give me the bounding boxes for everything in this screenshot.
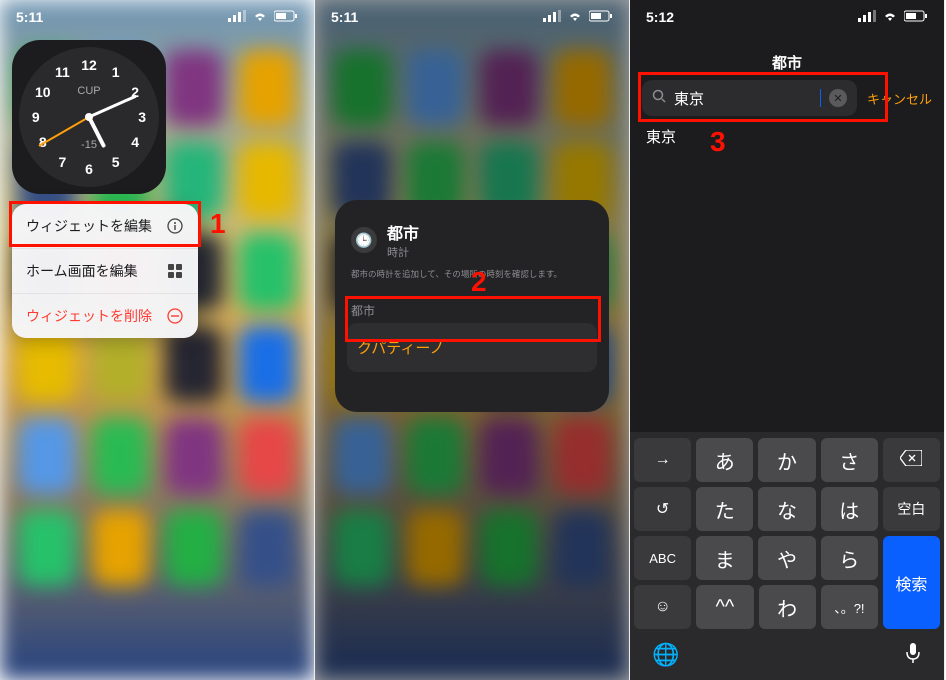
- battery-icon: [274, 9, 298, 25]
- status-bar: 5:11: [0, 0, 314, 34]
- status-time: 5:12: [646, 9, 674, 25]
- key-ya[interactable]: や: [758, 536, 815, 580]
- signal-icon: [228, 9, 246, 25]
- backspace-icon: [900, 450, 922, 471]
- key-ka[interactable]: か: [758, 438, 815, 482]
- key-sa[interactable]: さ: [821, 438, 878, 482]
- clock-num-5: 5: [112, 154, 120, 170]
- key-wa[interactable]: わ: [759, 585, 816, 629]
- key-ta[interactable]: た: [696, 487, 753, 531]
- widget-editor-card: 🕒 都市 時計 都市の時計を追加して、その場所の時刻を確認します。 都市 クパテ…: [335, 200, 609, 412]
- search-icon: [652, 89, 666, 107]
- menu-label: ウィジェットを削除: [26, 306, 152, 326]
- annotation-number-3: 3: [710, 126, 726, 158]
- clear-icon[interactable]: ✕: [829, 89, 847, 107]
- key-ha[interactable]: は: [821, 487, 878, 531]
- clock-num-7: 7: [58, 154, 66, 170]
- clock-num-4: 4: [131, 134, 139, 150]
- info-icon: [166, 217, 184, 235]
- clock-city-label: CUP: [77, 85, 100, 97]
- key-a[interactable]: あ: [696, 438, 753, 482]
- clock-icon: 🕒: [351, 227, 377, 253]
- clock-num-9: 9: [32, 109, 40, 125]
- screenshot-panel-3: 5:12 都市 東京 ✕ キャンセル 東京 3 → あ か さ ↺: [630, 0, 945, 680]
- menu-label: ウィジェットを編集: [26, 216, 152, 236]
- key-backspace[interactable]: [883, 438, 940, 482]
- key-undo[interactable]: ↺: [634, 487, 691, 531]
- menu-edit-widget[interactable]: ウィジェットを編集: [12, 204, 198, 249]
- annotation-number-1: 1: [210, 208, 226, 240]
- key-abc[interactable]: ABC: [634, 536, 691, 580]
- globe-icon[interactable]: 🌐: [652, 642, 679, 670]
- key-ma[interactable]: ま: [696, 536, 753, 580]
- menu-label: ホーム画面を編集: [26, 261, 138, 281]
- clock-face: CUP -15 12 1 2 3 4 5 6 7 8 9 10 11: [19, 47, 159, 187]
- signal-icon: [858, 9, 876, 25]
- key-emoji[interactable]: ☺: [634, 585, 691, 629]
- clock-num-3: 3: [138, 109, 146, 125]
- key-caret[interactable]: ^^: [696, 585, 753, 629]
- minus-circle-icon: [166, 307, 184, 325]
- key-space[interactable]: 空白: [883, 487, 940, 531]
- screenshot-panel-2: 5:11 🕒 都市 時計 都市の時計を追加して、その場所の時刻を確認します。 都…: [315, 0, 630, 680]
- modal-title: 都市: [630, 52, 944, 73]
- apps-icon: [166, 262, 184, 280]
- battery-icon: [904, 9, 928, 25]
- clock-hub: [85, 113, 93, 121]
- text-cursor: [820, 89, 821, 107]
- clock-offset-label: -15: [81, 139, 97, 151]
- key-na[interactable]: な: [758, 487, 815, 531]
- search-value: 東京: [674, 88, 812, 109]
- clock-num-12: 12: [81, 57, 97, 73]
- screenshot-panel-1: 5:11 CUP -15 12 1 2 3 4 5 6 7 8 9: [0, 0, 315, 680]
- clock-num-10: 10: [35, 84, 51, 100]
- clock-num-11: 11: [55, 64, 70, 80]
- search-result-item[interactable]: 東京: [646, 126, 676, 147]
- status-time: 5:11: [331, 9, 358, 25]
- status-bar: 5:11: [315, 0, 629, 34]
- status-bar: 5:12: [630, 0, 944, 34]
- clock-num-6: 6: [85, 161, 93, 177]
- wifi-icon: [567, 9, 583, 25]
- key-search[interactable]: 検索: [883, 536, 940, 629]
- editor-subtitle: 時計: [387, 244, 419, 260]
- clock-widget[interactable]: CUP -15 12 1 2 3 4 5 6 7 8 9 10 11: [12, 40, 166, 194]
- wifi-icon: [882, 9, 898, 25]
- menu-edit-home[interactable]: ホーム画面を編集: [12, 249, 198, 294]
- signal-icon: [543, 9, 561, 25]
- selected-city: クパティーノ: [357, 340, 444, 357]
- minute-hand: [88, 94, 137, 118]
- widget-context-menu: ウィジェットを編集 ホーム画面を編集 ウィジェットを削除: [12, 204, 198, 338]
- keyboard: → あ か さ ↺ た な は 空白 ABC ま や ら 検索 ☺ ^^ わ 、…: [630, 432, 944, 680]
- key-ra[interactable]: ら: [821, 536, 878, 580]
- mic-icon[interactable]: [904, 642, 922, 670]
- key-arrow[interactable]: →: [634, 438, 691, 482]
- status-time: 5:11: [16, 9, 43, 25]
- city-search-input[interactable]: 東京 ✕: [642, 80, 857, 116]
- battery-icon: [589, 9, 613, 25]
- wifi-icon: [252, 9, 268, 25]
- clock-num-1: 1: [112, 64, 120, 80]
- key-punct[interactable]: 、。?!: [821, 585, 878, 629]
- editor-title: 都市: [387, 220, 419, 244]
- cancel-button[interactable]: キャンセル: [867, 89, 934, 108]
- menu-delete-widget[interactable]: ウィジェットを削除: [12, 294, 198, 338]
- city-select-row[interactable]: クパティーノ: [347, 323, 597, 372]
- annotation-number-2: 2: [471, 266, 487, 298]
